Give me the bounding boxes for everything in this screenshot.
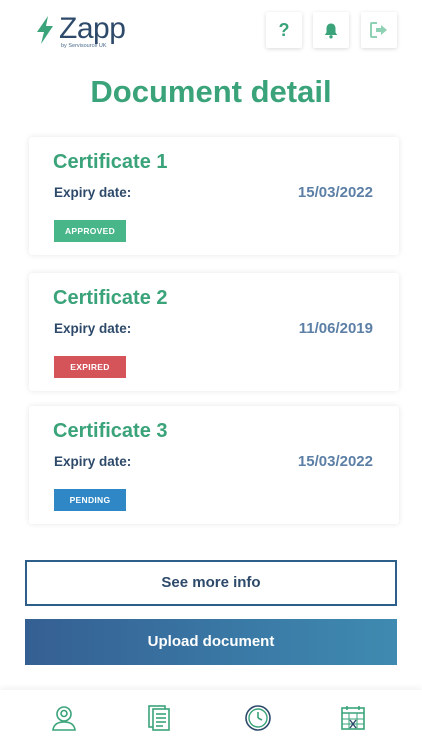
tab-calendar[interactable] xyxy=(339,704,367,732)
status-badge: APPROVED xyxy=(54,220,126,242)
expiry-label: Expiry date: xyxy=(54,185,132,200)
calendar-icon xyxy=(341,706,365,730)
notifications-button[interactable] xyxy=(313,12,349,48)
logo-name: Zapp xyxy=(59,12,126,45)
tab-timesheet[interactable] xyxy=(244,704,272,732)
tab-profile[interactable] xyxy=(50,704,78,732)
zapp-logo: Zapp by Servisource UK xyxy=(34,12,126,50)
certificate-name: Certificate 3 xyxy=(53,420,168,442)
logo-subtitle: by Servisource UK xyxy=(61,43,107,49)
upload-document-button[interactable]: Upload document xyxy=(25,619,397,665)
expiry-label: Expiry date: xyxy=(54,321,132,336)
page-title: Document detail xyxy=(90,74,332,109)
clock-icon xyxy=(245,705,271,731)
lightning-bolt-icon xyxy=(37,16,53,44)
certificate-name: Certificate 1 xyxy=(53,151,168,173)
logout-button[interactable] xyxy=(361,12,397,48)
certificate-card[interactable]: Certificate 2 Expiry date: 11/06/2019 EX… xyxy=(29,273,399,391)
logout-icon xyxy=(370,22,387,38)
expiry-date: 11/06/2019 xyxy=(298,320,373,337)
profile-icon xyxy=(52,706,76,731)
bell-icon xyxy=(324,23,338,38)
help-button[interactable]: ? xyxy=(266,12,302,48)
bottom-tab-bar xyxy=(0,690,422,750)
status-badge: EXPIRED xyxy=(54,356,126,378)
app-header: Zapp by Servisource UK ? xyxy=(0,0,422,62)
tab-documents[interactable] xyxy=(145,704,173,732)
certificate-name: Certificate 2 xyxy=(53,287,168,309)
certificate-card[interactable]: Certificate 3 Expiry date: 15/03/2022 PE… xyxy=(29,406,399,524)
certificate-card[interactable]: Certificate 1 Expiry date: 15/03/2022 AP… xyxy=(29,137,399,255)
documents-icon xyxy=(148,705,170,731)
expiry-label: Expiry date: xyxy=(54,454,132,469)
status-badge: PENDING xyxy=(54,489,126,511)
expiry-date: 15/03/2022 xyxy=(297,453,373,470)
help-label: ? xyxy=(278,19,290,40)
see-more-info-button[interactable]: See more info xyxy=(25,560,397,606)
expiry-date: 15/03/2022 xyxy=(297,184,373,201)
